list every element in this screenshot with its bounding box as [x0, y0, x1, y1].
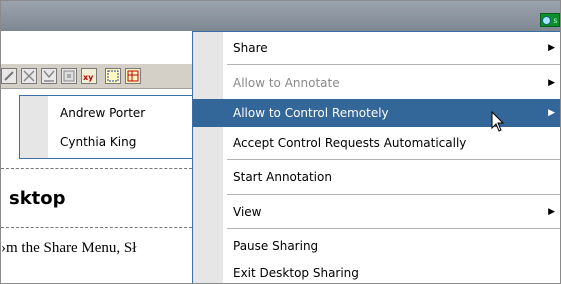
toolbar-icon-4[interactable] [61, 68, 77, 84]
menu-separator [227, 228, 560, 229]
menu-item-label: Allow to Control Remotely [233, 106, 389, 120]
menu-item-start-annotation[interactable]: Start Annotation [193, 163, 560, 191]
menu-item-accept-control-requests[interactable]: Accept Control Requests Automatically [193, 129, 560, 157]
menu-separator [227, 64, 560, 65]
participants-submenu: Andrew Porter Cynthia King [19, 95, 195, 159]
mouse-pointer-icon [491, 110, 505, 136]
submenu-arrow-icon: ▶ [548, 108, 555, 118]
svg-text:xy: xy [83, 73, 94, 82]
menu-item-label: Pause Sharing [233, 239, 319, 253]
menu-separator [227, 194, 560, 195]
sharing-indicator-icon[interactable]: s [540, 13, 560, 27]
submenu-item-participant[interactable]: Cynthia King [60, 132, 136, 152]
toolbar-icon-3[interactable] [41, 68, 57, 84]
select-area-icon[interactable] [105, 68, 121, 84]
submenu-arrow-icon: ▶ [548, 207, 555, 217]
menu-item-view[interactable]: View ▶ [193, 198, 560, 226]
menu-item-label: Start Annotation [233, 170, 332, 184]
submenu-item-participant[interactable]: Andrew Porter [60, 103, 145, 123]
menu-item-label: View [233, 205, 262, 219]
table-icon[interactable] [125, 68, 141, 84]
menu-item-allow-to-control-remotely[interactable]: Allow to Control Remotely ▶ [193, 99, 560, 127]
menu-item-label: Share [233, 41, 268, 55]
menu-item-share[interactable]: Share ▶ [193, 34, 560, 62]
toolbar-icon-2[interactable] [21, 68, 37, 84]
submenu-arrow-icon: ▶ [548, 78, 555, 88]
menu-item-pause-sharing[interactable]: Pause Sharing [193, 232, 560, 260]
submenu-arrow-icon: ▶ [548, 43, 555, 53]
menu-item-label: Exit Desktop Sharing [233, 266, 359, 280]
toolbar-icon-1[interactable] [1, 68, 17, 84]
dashed-divider [1, 168, 197, 169]
menu-item-allow-to-annotate[interactable]: Allow to Annotate ▶ [193, 69, 560, 97]
menu-separator [227, 159, 560, 160]
xy-icon[interactable]: xy [81, 68, 97, 84]
page-heading: sktop [9, 188, 66, 209]
annotation-toolbar: xy [1, 63, 201, 89]
menu-item-label: Allow to Annotate [233, 76, 340, 90]
menu-item-exit-desktop-sharing[interactable]: Exit Desktop Sharing [193, 259, 560, 283]
sharing-context-menu: Share ▶ Allow to Annotate ▶ Allow to Con… [192, 31, 560, 283]
dashed-divider [1, 227, 197, 228]
menu-item-label: Accept Control Requests Automatically [233, 136, 467, 150]
page-body-text: ›m the Share Menu, Sł [1, 240, 137, 256]
screen: s xy sktop ›m the Share Menu, Sł Andrew … [0, 0, 561, 284]
window-title-bar: s [1, 1, 560, 31]
